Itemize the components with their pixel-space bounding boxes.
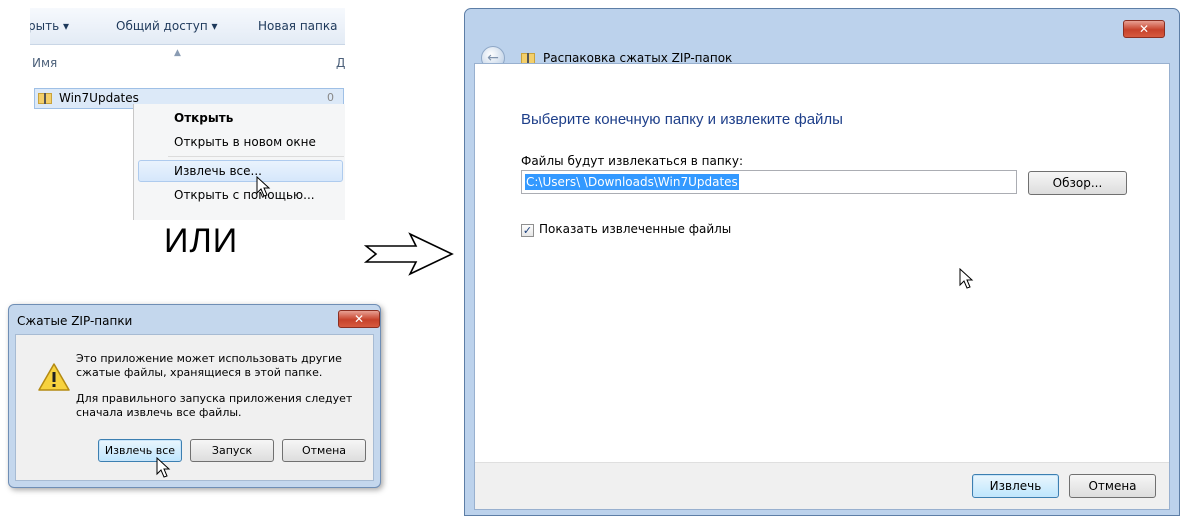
zip-warning-dialog: Сжатые ZIP-папки ✕ Это приложение может … (8, 304, 381, 488)
toolbar-open-menu[interactable]: рыть ▾ (30, 19, 69, 33)
extract-wizard-window: ✕ ← Распаковка сжатых ZIP-папок Выберите… (464, 8, 1180, 516)
column-header-name[interactable]: Имя (32, 56, 57, 70)
mouse-pointer-icon (959, 268, 974, 289)
zip-folder-icon (38, 91, 52, 105)
column-header-date[interactable]: Д (336, 56, 345, 70)
file-date: 0 (327, 91, 334, 104)
wizard-close-button[interactable]: ✕ (1123, 20, 1165, 38)
dialog-message-1: Это приложение может использовать другие… (76, 352, 342, 379)
warning-icon (38, 363, 70, 391)
destination-path-value: C:\Users\ \Downloads\Win7Updates (525, 174, 739, 190)
explorer-toolbar: рыть ▾ Общий доступ ▾ Новая папка (30, 8, 345, 45)
right-arrow-outline-icon (364, 232, 454, 276)
menu-item-extract-all[interactable]: Извлечь все... (174, 164, 262, 178)
run-button[interactable]: Запуск (190, 439, 274, 462)
toolbar-new-folder[interactable]: Новая папка (258, 19, 337, 33)
menu-item-open[interactable]: Открыть (174, 111, 233, 125)
toolbar-share-menu[interactable]: Общий доступ ▾ (116, 19, 218, 33)
context-menu: Открыть Открыть в новом окне Извлечь все… (133, 104, 345, 220)
or-label: ИЛИ (164, 222, 239, 260)
menu-separator (168, 156, 344, 157)
show-files-checkbox[interactable]: ✓ (521, 224, 534, 237)
wizard-heading: Выберите конечную папку и извлеките файл… (521, 111, 843, 128)
wizard-cancel-button[interactable]: Отмена (1069, 474, 1156, 498)
wizard-content: Выберите конечную папку и извлеките файл… (474, 63, 1170, 510)
mouse-pointer-icon (256, 176, 271, 197)
explorer-window-fragment: рыть ▾ Общий доступ ▾ Новая папка ▲ Имя … (30, 8, 345, 220)
browse-button[interactable]: Обзор... (1028, 171, 1127, 195)
dialog-title: Сжатые ZIP-папки (17, 314, 133, 328)
sort-arrow-icon: ▲ (174, 48, 181, 58)
close-button[interactable]: ✕ (338, 310, 380, 328)
extract-button[interactable]: Извлечь (972, 474, 1059, 498)
destination-path-input[interactable]: C:\Users\ \Downloads\Win7Updates (521, 170, 1017, 194)
file-name: Win7Updates (59, 91, 139, 105)
mouse-pointer-icon (156, 457, 171, 478)
menu-item-open-with[interactable]: Открыть с помощью... (174, 188, 315, 202)
cancel-button[interactable]: Отмена (282, 439, 366, 462)
dialog-message-2: Для правильного запуска приложения следу… (76, 392, 353, 419)
dialog-body: Это приложение может использовать другие… (15, 334, 374, 481)
show-files-label[interactable]: Показать извлеченные файлы (539, 222, 731, 236)
wizard-footer: Извлечь Отмена (475, 462, 1169, 509)
menu-item-open-new-window[interactable]: Открыть в новом окне (174, 135, 316, 149)
path-label: Файлы будут извлекаться в папку: (521, 154, 744, 168)
